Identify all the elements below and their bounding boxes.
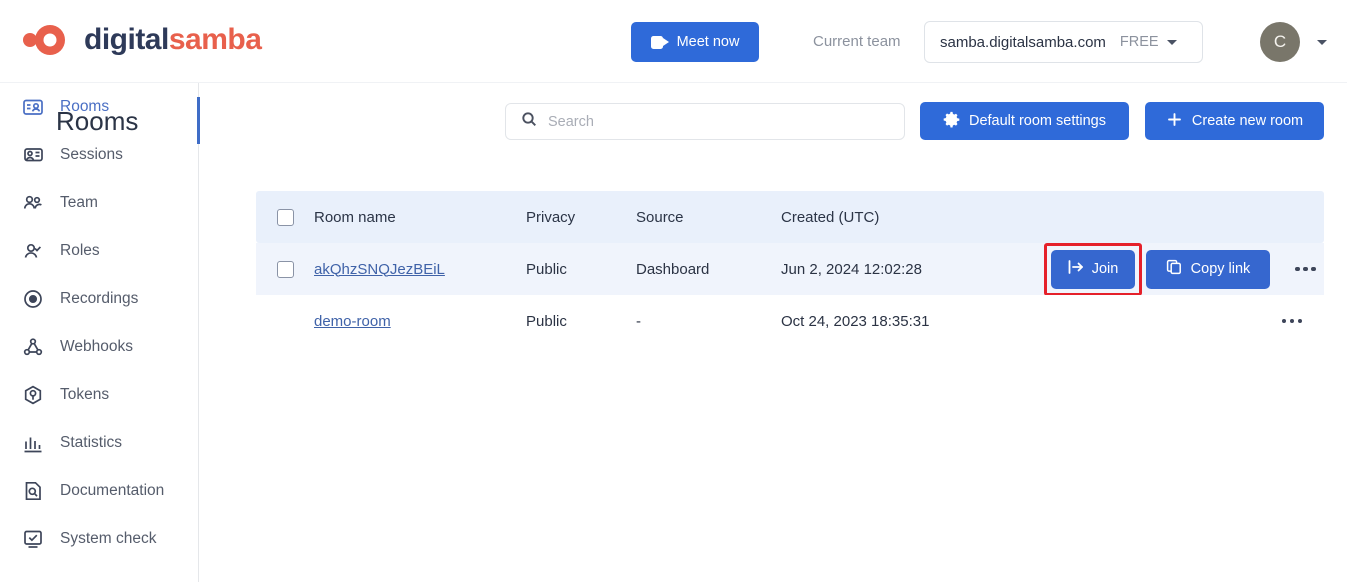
roles-icon [22, 240, 44, 262]
cell-created: Oct 24, 2023 18:35:31 [781, 313, 1051, 330]
logo-word-digital: digital [84, 23, 169, 56]
chevron-down-icon [1167, 40, 1177, 45]
gear-icon [943, 111, 960, 132]
join-button[interactable]: Join [1051, 250, 1135, 289]
join-label: Join [1092, 261, 1119, 277]
team-domain: samba.digitalsamba.com [940, 34, 1106, 51]
row-overflow-menu[interactable] [1268, 319, 1317, 324]
cell-source: Dashboard [636, 261, 781, 278]
search-input[interactable] [548, 114, 878, 130]
user-menu[interactable]: C [1260, 22, 1327, 62]
sidebar-label-recordings: Recordings [60, 290, 138, 308]
recordings-icon [22, 288, 44, 310]
sidebar: Rooms Sessions Team Roles Recordings [0, 83, 199, 582]
rooms-table: Room name Privacy Source Created (UTC) a… [256, 191, 1324, 347]
team-plan-badge: FREE [1120, 34, 1159, 50]
create-new-room-label: Create new room [1192, 113, 1303, 129]
cell-privacy: Public [526, 313, 636, 330]
cell-room-name: akQhzSNQJezBEiL [314, 261, 526, 278]
sidebar-item-team[interactable]: Team [0, 179, 198, 227]
chevron-down-icon [1317, 40, 1327, 45]
digitalsamba-logo-icon [22, 22, 74, 58]
table-header-row: Room name Privacy Source Created (UTC) [256, 191, 1324, 243]
cell-source: - [636, 313, 781, 330]
sidebar-item-recordings[interactable]: Recordings [0, 275, 198, 323]
sidebar-item-system-check[interactable]: System check [0, 515, 198, 563]
default-room-settings-button[interactable]: Default room settings [920, 102, 1129, 140]
create-new-room-button[interactable]: Create new room [1145, 102, 1324, 140]
current-team-label: Current team [813, 33, 901, 50]
row-checkbox[interactable] [277, 261, 294, 278]
dashboard-page: digitalsamba Meet now Current team samba… [0, 0, 1347, 582]
cell-privacy: Public [526, 261, 636, 278]
copy-link-label: Copy link [1191, 261, 1251, 277]
brand-logo[interactable]: digitalsamba [22, 22, 261, 58]
default-room-settings-label: Default room settings [969, 113, 1106, 129]
system-check-icon [22, 528, 44, 550]
rooms-icon [22, 96, 44, 118]
sidebar-label-tokens: Tokens [60, 386, 109, 404]
room-name-link[interactable]: akQhzSNQJezBEiL [314, 261, 445, 278]
select-all-checkbox[interactable] [277, 209, 294, 226]
room-name-link[interactable]: demo-room [314, 313, 391, 330]
row-overflow-menu[interactable] [1281, 267, 1330, 272]
team-icon [22, 192, 44, 214]
sidebar-label-sessions: Sessions [60, 146, 123, 164]
sidebar-item-statistics[interactable]: Statistics [0, 419, 198, 467]
sidebar-label-roles: Roles [60, 242, 100, 260]
sidebar-label-system-check: System check [60, 530, 156, 548]
header-privacy: Privacy [526, 209, 636, 226]
sidebar-label-webhooks: Webhooks [60, 338, 133, 356]
header-created: Created (UTC) [781, 209, 1051, 226]
sidebar-label-statistics: Statistics [60, 434, 122, 452]
team-selector[interactable]: samba.digitalsamba.com FREE [924, 21, 1203, 63]
row-actions [1051, 319, 1324, 324]
sidebar-active-indicator [197, 97, 200, 144]
sessions-icon [22, 144, 44, 166]
meet-now-button[interactable]: Meet now [631, 22, 759, 62]
copy-link-button[interactable]: Copy link [1146, 250, 1270, 289]
meet-now-label: Meet now [677, 34, 740, 50]
header-source: Source [636, 209, 781, 226]
search-icon [521, 111, 537, 132]
copy-icon [1166, 259, 1182, 279]
sidebar-item-roles[interactable]: Roles [0, 227, 198, 275]
top-bar: digitalsamba Meet now Current team samba… [0, 0, 1347, 83]
video-camera-icon [651, 36, 669, 49]
sidebar-item-webhooks[interactable]: Webhooks [0, 323, 198, 371]
logo-word-samba: samba [169, 23, 262, 56]
documentation-icon [22, 480, 44, 502]
join-arrow-icon [1068, 260, 1084, 278]
table-row[interactable]: akQhzSNQJezBEiL Public Dashboard Jun 2, … [256, 243, 1324, 295]
page-title: Rooms [56, 106, 138, 137]
logo-wordmark: digitalsamba [84, 25, 261, 55]
select-all-cell [256, 209, 314, 226]
sidebar-label-documentation: Documentation [60, 482, 164, 500]
sidebar-item-tokens[interactable]: Tokens [0, 371, 198, 419]
avatar: C [1260, 22, 1300, 62]
header-room-name: Room name [314, 209, 526, 226]
table-row[interactable]: demo-room Public - Oct 24, 2023 18:35:31 [256, 295, 1324, 347]
row-select-cell [256, 261, 314, 278]
plus-icon [1166, 111, 1183, 132]
tokens-icon [22, 384, 44, 406]
sidebar-label-team: Team [60, 194, 98, 212]
row-actions: Join Copy link [1051, 250, 1338, 289]
statistics-icon [22, 432, 44, 454]
cell-room-name: demo-room [314, 313, 526, 330]
search-box[interactable] [505, 103, 905, 140]
sidebar-item-documentation[interactable]: Documentation [0, 467, 198, 515]
webhooks-icon [22, 336, 44, 358]
sidebar-item-sessions[interactable]: Sessions [0, 131, 198, 179]
cell-created: Jun 2, 2024 12:02:28 [781, 261, 1051, 278]
